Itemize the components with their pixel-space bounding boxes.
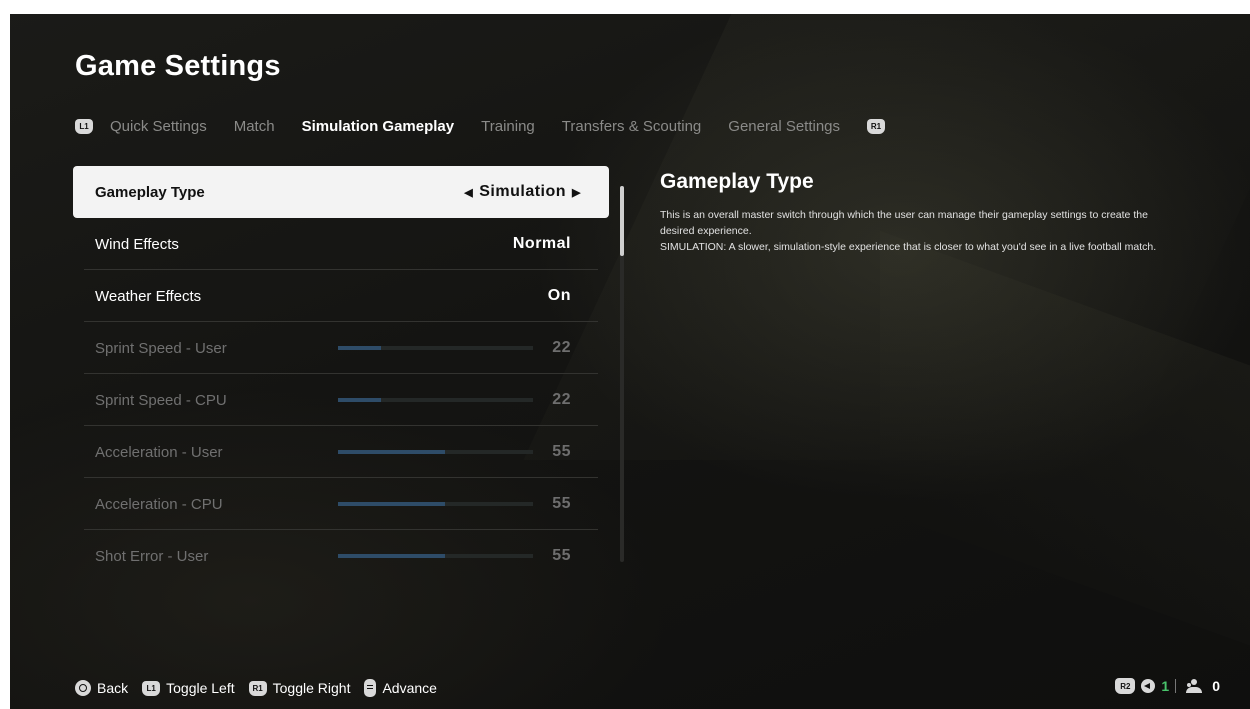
scrollbar-thumb[interactable]	[620, 186, 624, 256]
slider-track[interactable]	[338, 398, 533, 402]
setting-row-wind-effects[interactable]: Wind Effects Normal	[73, 218, 609, 270]
window-border-left	[0, 0, 10, 709]
party-count: 0	[1212, 678, 1220, 694]
setting-label: Acceleration - User	[95, 443, 223, 461]
status-divider	[1175, 679, 1177, 693]
tab-general-settings[interactable]: General Settings	[728, 118, 840, 135]
l1-button-icon[interactable]: L1	[75, 118, 93, 134]
setting-value: 22	[552, 391, 571, 408]
slider-fill	[338, 450, 446, 454]
toggle-right-label: Toggle Right	[272, 680, 351, 696]
footer-button-hints: Back L1 Toggle Left R1 Toggle Right Adva…	[75, 678, 451, 698]
description-line: SIMULATION: A slower, simulation-style e…	[660, 241, 1157, 253]
toggle-right-button[interactable]: R1 Toggle Right	[248, 680, 351, 696]
tab-quick-settings[interactable]: Quick Settings	[110, 118, 207, 135]
slider-fill	[338, 502, 446, 506]
slider-track[interactable]	[338, 346, 533, 350]
back-label: Back	[97, 680, 129, 696]
setting-row-gameplay-type[interactable]: Gameplay Type ◀ Simulation ▶	[73, 166, 609, 218]
setting-label: Shot Error - User	[95, 547, 209, 565]
setting-value: 55	[552, 547, 571, 564]
description-title: Gameplay Type	[660, 170, 814, 193]
setting-value: 55	[552, 443, 571, 460]
slider-track[interactable]	[338, 554, 533, 558]
slider-fill	[338, 346, 381, 350]
slider-track[interactable]	[338, 450, 533, 454]
setting-value: Normal	[512, 235, 571, 252]
window-border-top	[0, 0, 1250, 14]
setting-row-acceleration-user[interactable]: Acceleration - User 55	[73, 426, 609, 478]
arrow-left-icon[interactable]: ◀	[464, 186, 473, 199]
setting-row-weather-effects[interactable]: Weather Effects On	[73, 270, 609, 322]
setting-row-sprint-speed-user[interactable]: Sprint Speed - User 22	[73, 322, 609, 374]
setting-value-selector[interactable]: ◀ Simulation ▶	[458, 183, 587, 201]
slider-fill	[338, 398, 381, 402]
l1-button-icon: L1	[142, 680, 161, 696]
tab-simulation-gameplay[interactable]: Simulation Gameplay	[302, 118, 455, 135]
circle-button-icon	[75, 680, 91, 696]
back-button[interactable]: Back	[75, 680, 128, 696]
description-line: This is an overall master switch through…	[660, 209, 1148, 237]
r1-button-icon[interactable]: R1	[867, 118, 886, 134]
party-icon	[1184, 679, 1203, 693]
description-text: This is an overall master switch through…	[660, 207, 1160, 255]
setting-value: Simulation	[479, 183, 567, 200]
setting-value: 55	[552, 495, 571, 512]
tab-bar: L1 Quick Settings Match Simulation Gamep…	[75, 114, 886, 138]
tab-transfers-scouting[interactable]: Transfers & Scouting	[562, 118, 702, 135]
arrow-right-icon[interactable]: ▶	[572, 186, 581, 199]
r2-button-icon[interactable]: R2	[1115, 678, 1136, 694]
setting-row-sprint-speed-cpu[interactable]: Sprint Speed - CPU 22	[73, 374, 609, 426]
r1-button-icon: R1	[248, 680, 267, 696]
voice-chat-icon	[1141, 679, 1156, 693]
toggle-left-button[interactable]: L1 Toggle Left	[142, 680, 235, 696]
setting-label: Weather Effects	[95, 287, 202, 305]
setting-label: Sprint Speed - User	[95, 339, 227, 357]
setting-label: Sprint Speed - CPU	[95, 391, 227, 409]
page-title: Game Settings	[75, 50, 281, 82]
setting-label: Gameplay Type	[95, 183, 205, 201]
settings-scrollbar[interactable]	[620, 186, 624, 562]
slider-fill	[338, 554, 446, 558]
tab-training[interactable]: Training	[481, 118, 535, 135]
advance-button[interactable]: Advance	[364, 679, 437, 697]
tab-match[interactable]: Match	[234, 118, 275, 135]
setting-label: Wind Effects	[95, 235, 179, 253]
touchpad-button-icon	[364, 679, 377, 697]
setting-value: 22	[552, 339, 571, 356]
slider-track[interactable]	[338, 502, 533, 506]
advance-label: Advance	[382, 680, 437, 696]
setting-row-shot-error-user[interactable]: Shot Error - User 55	[73, 530, 609, 582]
settings-list: Gameplay Type ◀ Simulation ▶ Wind Effect…	[73, 166, 609, 582]
status-bar: R2 1 0	[1115, 678, 1220, 694]
setting-label: Acceleration - CPU	[95, 495, 223, 513]
setting-row-acceleration-cpu[interactable]: Acceleration - CPU 55	[73, 478, 609, 530]
voice-count: 1	[1161, 678, 1170, 694]
setting-value: On	[547, 287, 571, 304]
toggle-left-label: Toggle Left	[166, 680, 235, 696]
